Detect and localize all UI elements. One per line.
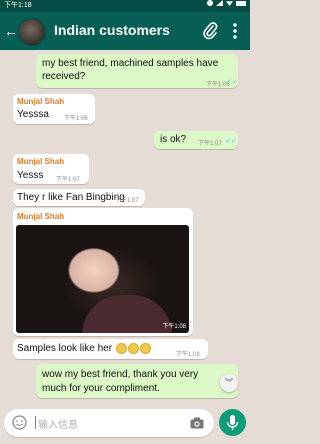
read-ticks-icon: ✓✓ [225, 138, 237, 145]
message-text-row: Samples look like her [17, 343, 151, 354]
sender-name: Munjal Shah [17, 97, 65, 106]
message-composer[interactable]: 输入信息 [4, 409, 214, 437]
message-bubble-outgoing[interactable]: is ok? 下午1:07 ✓✓ [154, 131, 238, 149]
message-time: 下午1:07 [115, 198, 139, 204]
message-text: is ok? [160, 134, 187, 145]
message-bubble-incoming[interactable]: Munjal Shah Yesss 下午1:07 [13, 154, 89, 184]
read-ticks-icon: ✓✓ [226, 79, 238, 86]
mic-icon [226, 415, 239, 430]
status-bar: 下午1:18 [0, 0, 250, 12]
status-icons [207, 0, 246, 6]
message-text: Yesss [17, 170, 44, 181]
emoji-icon [127, 343, 139, 354]
message-time: 下午1:07 [56, 177, 80, 183]
message-bubble-outgoing[interactable]: wow my best friend, thank you very much … [36, 364, 238, 398]
message-bubble-incoming[interactable]: They r like Fan Bingbing 下午1:07 [13, 189, 145, 206]
camera-icon[interactable] [190, 417, 204, 429]
scroll-down-button[interactable]: ︾ [220, 374, 238, 392]
paperclip-icon[interactable] [202, 22, 218, 40]
arrow-left-icon[interactable]: ← [4, 23, 18, 39]
more-vert-icon[interactable] [232, 22, 238, 40]
wifi-icon [226, 1, 233, 6]
alarm-icon [207, 0, 213, 6]
message-text: Samples look like her [17, 343, 113, 355]
sender-name: Munjal Shah [17, 157, 65, 166]
emoji-icon [115, 343, 127, 354]
message-text: wow my best friend, thank you very much … [42, 369, 199, 394]
emoji-icon [139, 343, 151, 354]
app-bar: ← Indian customers [0, 12, 250, 50]
contact-avatar[interactable] [18, 18, 46, 46]
status-time: 下午1:18 [4, 2, 32, 9]
message-bubble-incoming[interactable]: Munjal Shah Yesssa 下午1:06 [13, 94, 95, 124]
message-time: 下午1:08 [176, 352, 200, 358]
message-input[interactable]: 输入信息 [38, 416, 78, 431]
shared-photo[interactable]: 下午1:08 [16, 225, 189, 333]
message-bubble-outgoing[interactable]: my best friend, machined samples have re… [36, 54, 238, 88]
message-bubble-incoming[interactable]: Samples look like her 下午1:08 [13, 339, 208, 359]
image-message-bubble[interactable]: Munjal Shah 下午1:08 [13, 208, 193, 336]
message-time: 下午1:07 [198, 141, 222, 147]
chevron-down-icon: ︾ [225, 378, 233, 387]
battery-icon [236, 0, 246, 6]
emoji-icon[interactable] [12, 415, 27, 430]
sender-name: Munjal Shah [17, 212, 65, 221]
text-cursor [35, 416, 36, 429]
message-time: 下午1:08 [162, 324, 186, 330]
signal-icon [216, 0, 223, 6]
mic-button[interactable] [219, 409, 246, 436]
chat-title[interactable]: Indian customers [54, 22, 170, 38]
photo-subject [82, 295, 172, 333]
message-text: Yesssa [17, 109, 49, 120]
message-text: They r like Fan Bingbing [17, 192, 125, 203]
message-list[interactable]: my best friend, machined samples have re… [0, 50, 250, 408]
message-time: 下午1:06 [64, 116, 88, 122]
